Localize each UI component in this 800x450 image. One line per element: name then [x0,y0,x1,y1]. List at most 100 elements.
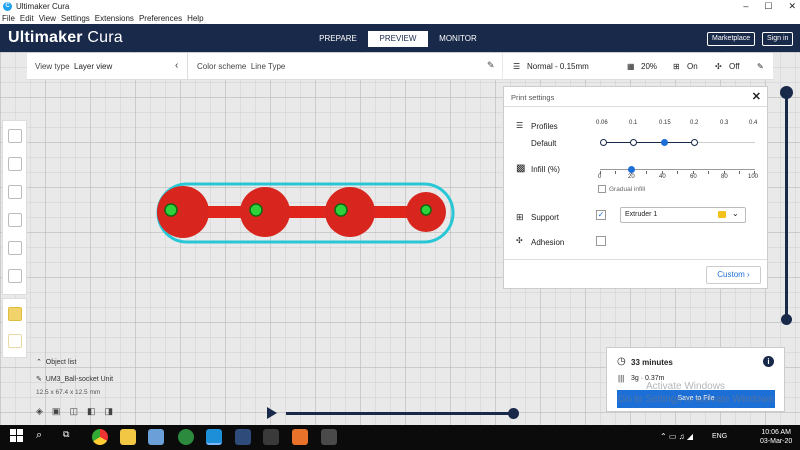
camera-views: ◈ ▣ ◫ ◧ ◨ [36,406,113,417]
edit-profile-icon[interactable]: ✎ [757,62,764,71]
adhesion-icon: ✣ [715,62,722,71]
color-scheme-selector[interactable]: Color scheme Line Type [197,62,285,71]
view-type-value: Layer view [74,62,113,71]
gradual-infill-checkbox[interactable] [598,185,606,193]
infill-tick: 100 [748,174,759,180]
marketplace-button[interactable]: Marketplace [707,32,756,46]
ball-2 [240,187,290,237]
tab-prepare[interactable]: PREPARE [308,31,368,47]
language-indicator[interactable]: ENG [712,433,727,440]
support-checkbox[interactable]: ✓ [596,210,606,220]
adhesion-checkbox[interactable] [596,236,606,246]
object-list-toggle[interactable]: ⌃ Object list [36,358,77,366]
chrome-icon[interactable] [92,429,108,445]
view-front-icon[interactable]: ▣ [52,406,61,417]
extruder-value: Extruder 1 [625,211,658,218]
photos-icon[interactable] [321,429,337,445]
view-top-icon[interactable]: ◫ [69,406,78,417]
stage-tabs: PREPARE PREVIEW MONITOR [308,31,488,47]
layer-height-knob[interactable] [630,139,637,146]
support-blocker-icon[interactable] [8,269,22,283]
infill-label: Infill (%) [531,165,560,174]
material-usage: 3g · 0.37m [631,375,665,382]
code-editor-icon[interactable] [235,429,251,445]
menu-help[interactable]: Help [187,13,203,24]
path-slider[interactable] [286,412,514,415]
menu-settings[interactable]: Settings [61,13,90,24]
app-icon[interactable] [178,429,194,445]
taskbar-clock[interactable]: 10:06 AM 03-Mar-20 [760,428,792,446]
file-explorer-icon[interactable] [120,429,136,445]
brand-name: Ultimaker [8,29,83,46]
view-options-bar: View type Layer view ‹ Color scheme Line… [27,53,502,80]
layer-tool-icon[interactable] [8,334,22,348]
layer-height-tick: 0.4 [749,120,758,126]
infill-grid-icon: ▩ [516,163,526,174]
chevron-down-icon: ⌄ [732,209,739,218]
profile-summary: Normal - 0.15mm [527,62,589,71]
view-3d-icon[interactable]: ◈ [36,406,43,417]
custom-button-label: Custom [717,270,745,279]
paint-icon[interactable] [148,429,164,445]
brand-logo: Ultimaker Cura [8,29,123,47]
view-type-selector[interactable]: View type Layer view [35,62,112,71]
menu-extensions[interactable]: Extensions [95,13,134,24]
move-tool-icon[interactable] [8,129,22,143]
infill-knob[interactable] [628,166,635,173]
info-icon[interactable]: i [763,356,774,367]
cura-taskbar-icon[interactable] [206,429,222,445]
extruder-dropdown[interactable]: Extruder 1 ⌄ [620,207,746,223]
layer-height-knob[interactable] [600,139,607,146]
infill-3 [334,203,348,217]
solitaire-icon[interactable] [263,429,279,445]
infill-2 [249,203,263,217]
infill-tick: 40 [659,174,666,180]
menu-edit[interactable]: Edit [20,13,34,24]
color-scheme-label: Color scheme [197,62,247,71]
close-panel-icon[interactable]: ✕ [752,90,761,103]
path-slider-handle[interactable] [508,408,519,419]
scale-tool-icon[interactable] [8,157,22,171]
print-setup-bar[interactable]: ☰ Normal - 0.15mm ▦ 20% ⊞ On ✣ Off ✎ [503,53,773,80]
clock-time: 10:06 AM [761,429,791,436]
tab-preview[interactable]: PREVIEW [368,31,428,47]
object-item[interactable]: ✎ UM3_Ball-socket Unit [36,375,113,383]
task-view-icon[interactable]: ⧉ [63,429,79,445]
layer-height-selected-knob[interactable] [661,139,668,146]
edit-icon[interactable]: ✎ [487,60,495,71]
rotate-tool-icon[interactable] [8,185,22,199]
chevron-left-icon[interactable]: ‹ [175,60,178,71]
spool-icon: ||| [618,374,625,383]
view-right-icon[interactable]: ◨ [104,406,113,417]
menu-view[interactable]: View [39,13,56,24]
search-icon[interactable]: ⌕ [36,429,52,445]
layer-slider-bottom-handle[interactable] [781,314,792,325]
signin-button[interactable]: Sign in [762,32,794,46]
play-simulation-icon[interactable] [267,407,277,419]
view-left-icon[interactable]: ◧ [87,406,96,417]
custom-settings-button[interactable]: Custom › [706,266,761,284]
tab-monitor[interactable]: MONITOR [428,31,488,47]
fusion-icon[interactable] [292,429,308,445]
connector-bar [195,206,415,218]
windows-start-icon[interactable] [10,429,26,445]
layer-height-slider[interactable] [603,142,695,143]
layer-height-knob[interactable] [691,139,698,146]
system-tray-icons[interactable]: ⌃ ▭ ♫ ◢ [660,432,693,441]
mirror-tool-icon[interactable] [8,213,22,227]
menu-preferences[interactable]: Preferences [139,13,182,24]
infill-tick: 0 [598,174,602,180]
extruder-tool-icon[interactable] [8,307,22,321]
save-to-file-button[interactable]: Save to File [617,390,775,408]
infill-slider[interactable] [600,169,755,170]
close-icon[interactable]: ✕ [788,0,796,13]
layer-slider[interactable] [785,90,788,320]
menu-file[interactable]: File [2,13,15,24]
object-list-header: Object list [45,359,77,366]
extension-toolbar [2,298,27,358]
maximize-icon[interactable]: ☐ [764,0,772,13]
adhesion-label: Adhesion [531,238,565,247]
infill-tick: 80 [721,174,728,180]
minimize-icon[interactable]: – [743,0,748,13]
per-model-settings-icon[interactable] [8,241,22,255]
